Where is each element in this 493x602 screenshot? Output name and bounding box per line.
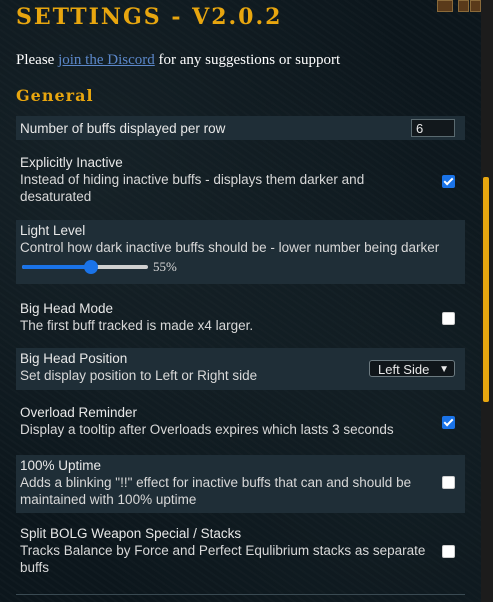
- setting-split-bolg: Split BOLG Weapon Special / Stacks Track…: [16, 523, 465, 581]
- setting-description: Tracks Balance by Force and Perfect Equl…: [20, 543, 426, 575]
- big-head-position-select[interactable]: Left Side ▼: [369, 360, 455, 377]
- setting-label: Light Level: [20, 223, 86, 238]
- setting-label: Explicitly Inactive: [20, 155, 123, 170]
- setting-light-level: Light Level Control how dark inactive bu…: [16, 220, 465, 284]
- big-head-mode-checkbox[interactable]: [442, 312, 455, 325]
- slider-fill: [22, 265, 92, 269]
- uptime-checkbox[interactable]: [442, 476, 455, 489]
- setting-description: Instead of hiding inactive buffs - displ…: [20, 172, 365, 204]
- intro-prefix: Please: [16, 52, 55, 68]
- section-heading-general: General: [16, 86, 94, 105]
- setting-overload-reminder: Overload Reminder Display a tooltip afte…: [16, 402, 465, 442]
- setting-description: The first buff tracked is made x4 larger…: [20, 318, 254, 333]
- setting-description: Display a tooltip after Overloads expire…: [20, 422, 394, 437]
- setting-label: 100% Uptime: [20, 458, 102, 473]
- setting-big-head-position: Big Head Position Set display position t…: [16, 348, 465, 390]
- intro-text: Please join the Discord for any suggesti…: [16, 52, 340, 69]
- scrollbar[interactable]: [481, 0, 493, 602]
- setting-buffs-per-row: Number of buffs displayed per row: [16, 116, 465, 140]
- settings-window-icon[interactable]: [458, 0, 469, 12]
- page-title: SETTINGS - V2.0.2: [16, 4, 283, 30]
- buffs-per-row-input[interactable]: [411, 119, 455, 137]
- setting-description: Adds a blinking "!!" effect for inactive…: [20, 475, 412, 507]
- slider-track[interactable]: [22, 260, 148, 274]
- setting-label: Big Head Mode: [20, 301, 114, 316]
- window-control-icon[interactable]: [437, 0, 453, 12]
- setting-100-uptime: 100% Uptime Adds a blinking "!!" effect …: [16, 455, 465, 513]
- split-bolg-checkbox[interactable]: [442, 545, 455, 558]
- select-value: Left Side: [378, 362, 430, 377]
- setting-big-head-mode: Big Head Mode The first buff tracked is …: [16, 298, 465, 338]
- scrollbar-thumb[interactable]: [483, 177, 489, 402]
- slider-thumb[interactable]: [84, 260, 99, 274]
- setting-label: Split BOLG Weapon Special / Stacks: [20, 526, 242, 541]
- chevron-down-icon: ▼: [439, 364, 449, 375]
- setting-description: Control how dark inactive buffs should b…: [20, 240, 440, 255]
- explicitly-inactive-checkbox[interactable]: [442, 175, 455, 188]
- light-level-slider[interactable]: 55%: [20, 258, 461, 276]
- discord-link[interactable]: join the Discord: [58, 52, 155, 68]
- setting-label: Number of buffs displayed per row: [20, 121, 226, 136]
- divider: [16, 594, 465, 595]
- setting-label: Overload Reminder: [20, 405, 138, 420]
- close-window-icon[interactable]: [470, 0, 481, 12]
- setting-explicitly-inactive: Explicitly Inactive Instead of hiding in…: [16, 152, 465, 210]
- light-level-value: 55%: [153, 259, 177, 274]
- intro-suffix: for any suggestions or support: [158, 52, 341, 68]
- overload-reminder-checkbox[interactable]: [442, 416, 455, 429]
